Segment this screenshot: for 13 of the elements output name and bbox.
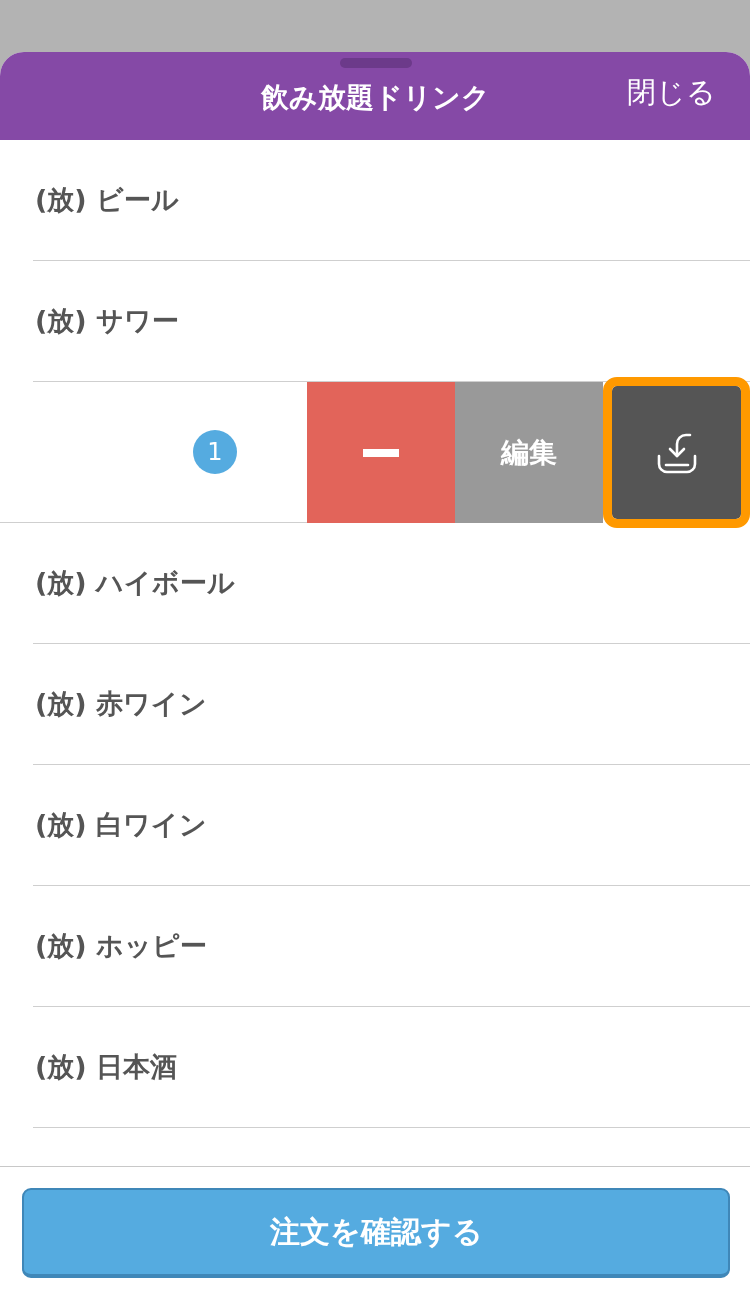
minus-icon — [363, 448, 399, 457]
sheet-title: 飲み放題ドリンク — [260, 80, 490, 116]
minus-button[interactable] — [307, 382, 455, 523]
count-badge: 1 — [193, 430, 237, 474]
menu-item[interactable]: (放) ハイボール — [33, 523, 750, 644]
menu-item[interactable]: (放) 赤ワイン — [33, 644, 750, 765]
menu-item[interactable]: (放) ビール — [33, 140, 750, 261]
drag-handle[interactable] — [340, 58, 412, 68]
close-button[interactable]: 閉じる — [627, 72, 716, 112]
menu-item[interactable]: (放) ホッピー — [33, 886, 750, 1007]
menu-item[interactable]: (放) 白ワイン — [33, 765, 750, 886]
tray-button[interactable] — [603, 377, 750, 528]
menu-item[interactable]: (放) 日本酒 — [33, 1007, 750, 1128]
